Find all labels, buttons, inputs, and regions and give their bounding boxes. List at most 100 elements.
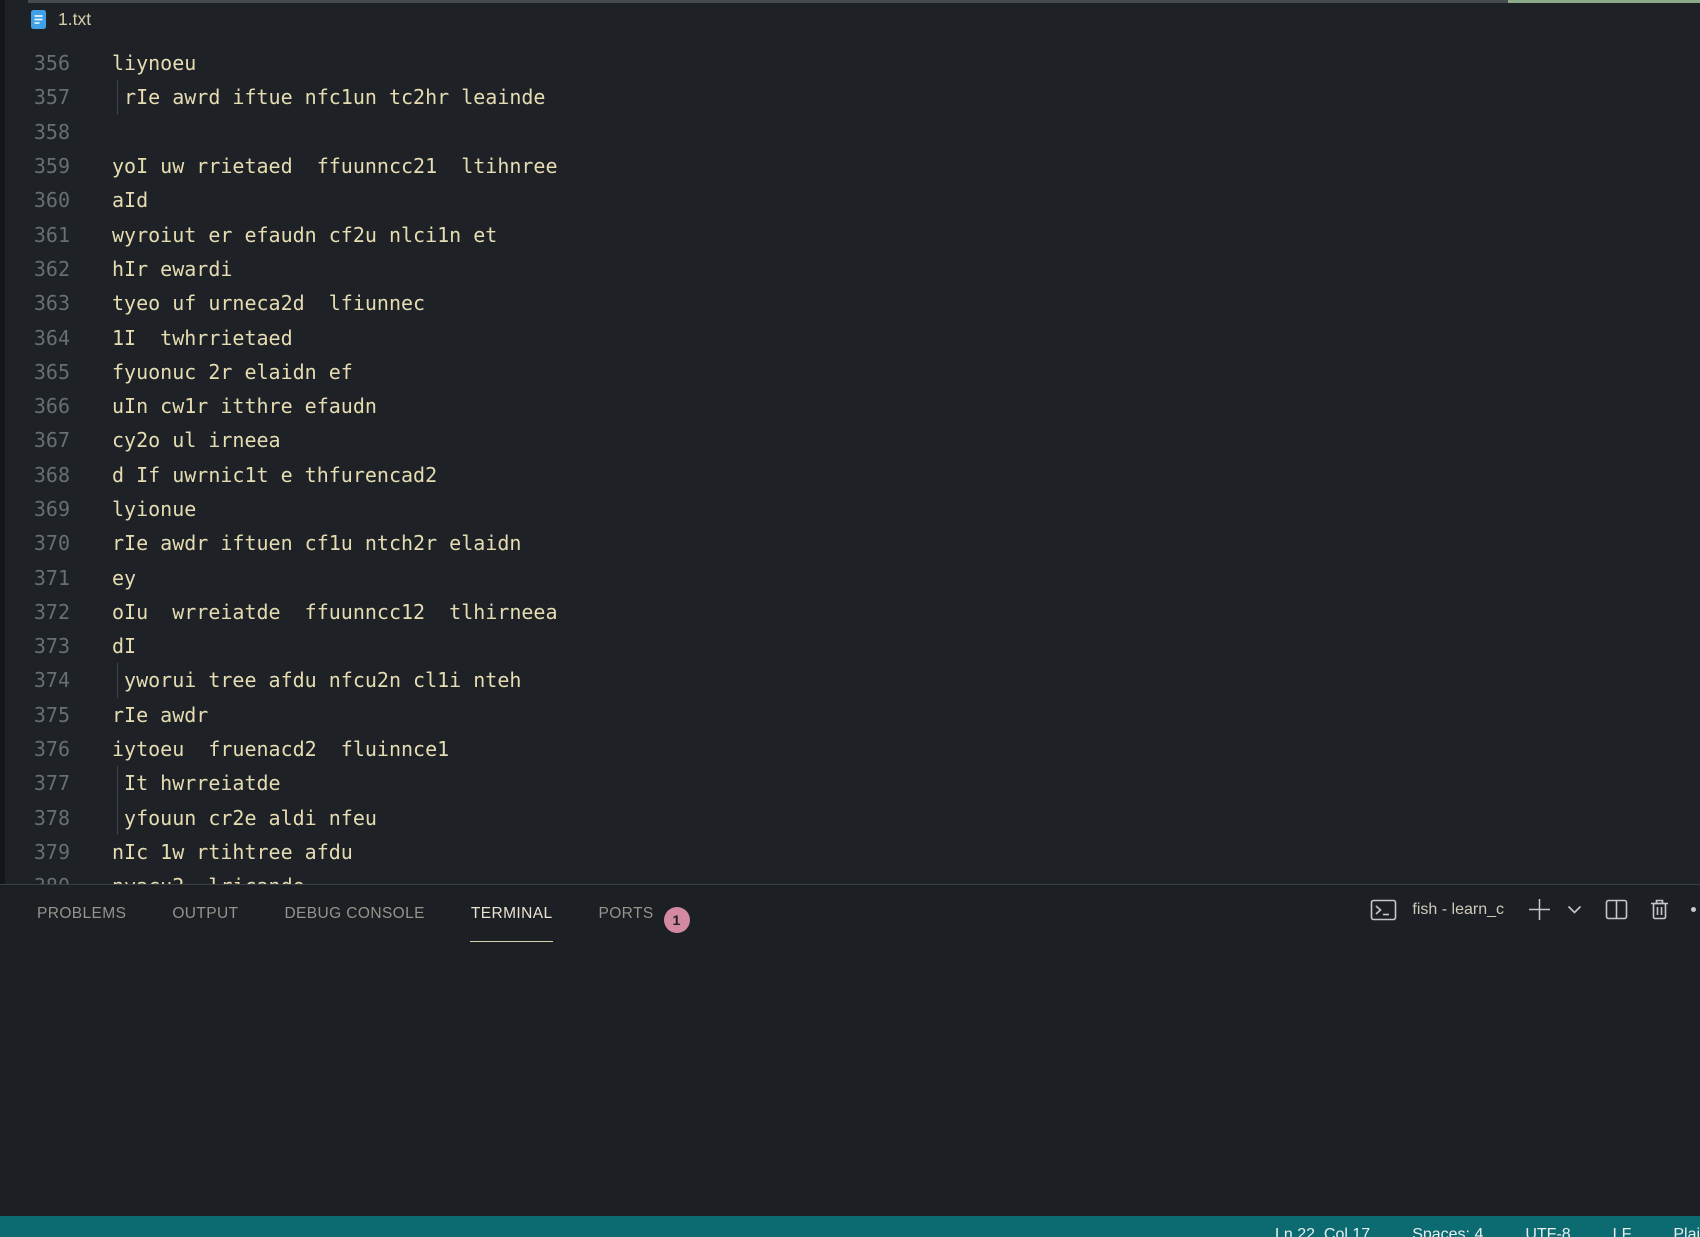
- ports-count-badge: 1: [664, 907, 690, 933]
- code-text[interactable]: fyuonuc 2r elaidn ef: [70, 360, 353, 384]
- code-line: 375rIe awdr: [0, 698, 1700, 732]
- code-line: 377 It hwrreiatde: [0, 766, 1700, 800]
- line-number: 361: [0, 223, 70, 247]
- vscode-window: 1.txt 356liynoeu357 rIe awrd iftue nfc1u…: [0, 0, 1700, 1237]
- line-number: 368: [0, 463, 70, 487]
- code-line: 362hIr ewardi: [0, 252, 1700, 286]
- panel-tab-output[interactable]: OUTPUT: [171, 885, 239, 942]
- code-text[interactable]: oIu wrreiatde ffuunncc12 tlhirneea: [70, 600, 558, 624]
- kill-terminal-button[interactable]: [1649, 898, 1670, 921]
- bottom-panel: PROBLEMS OUTPUT DEBUG CONSOLE TERMINAL PORTS…: [0, 885, 1700, 1216]
- code-text[interactable]: tyeo uf urneca2d lfiunnec: [70, 291, 425, 315]
- line-number: 375: [0, 703, 70, 727]
- status-bar: Ln 22, Col 17 Spaces: 4 UTF-8 LF Plain Text: [0, 1216, 1700, 1237]
- line-number: 363: [0, 291, 70, 315]
- code-line: 358: [0, 115, 1700, 149]
- code-text[interactable]: yfouun cr2e aldi nfeu: [70, 806, 377, 830]
- code-text[interactable]: wyroiut er efaudn cf2u nlci1n et: [70, 223, 497, 247]
- code-line: 370rIe awdr iftuen cf1u ntch2r elaidn: [0, 526, 1700, 560]
- code-text[interactable]: rIe awdr: [70, 703, 208, 727]
- code-line: 372oIu wrreiatde ffuunncc12 tlhirneea: [0, 595, 1700, 629]
- code-line: 378 yfouun cr2e aldi nfeu: [0, 801, 1700, 835]
- line-number: 359: [0, 154, 70, 178]
- panel-tab-label: PROBLEMS: [37, 905, 126, 922]
- launch-profile-chevron-icon[interactable]: [1567, 904, 1582, 915]
- status-item[interactable]: Ln 22, Col 17: [1275, 1222, 1370, 1237]
- line-number: 364: [0, 326, 70, 350]
- code-line: 363tyeo uf urneca2d lfiunnec: [0, 286, 1700, 320]
- line-number: 362: [0, 257, 70, 281]
- line-number: 360: [0, 188, 70, 212]
- code-text[interactable]: dI: [70, 634, 136, 658]
- code-line: 361wyroiut er efaudn cf2u nlci1n et: [0, 217, 1700, 251]
- line-number: 380: [0, 874, 70, 884]
- line-number: 358: [0, 120, 70, 144]
- code-line: 379nIc 1w rtihtree afdu: [0, 835, 1700, 869]
- code-text[interactable]: nIc 1w rtihtree afdu: [70, 840, 353, 864]
- panel-tab-debug-console[interactable]: DEBUG CONSOLE: [283, 885, 425, 942]
- code-text[interactable]: yoI uw rrietaed ffuunncc21 ltihnree: [70, 154, 558, 178]
- code-text[interactable]: uIn cw1r itthre efaudn: [70, 394, 377, 418]
- line-number: 356: [0, 51, 70, 75]
- code-text[interactable]: d If uwrnic1t e thfurencad2: [70, 463, 437, 487]
- more-actions-icon[interactable]: [1691, 907, 1696, 912]
- code-text[interactable]: cy2o ul irneea: [70, 428, 281, 452]
- code-line: 368d If uwrnic1t e thfurencad2: [0, 458, 1700, 492]
- panel-tab-label: DEBUG CONSOLE: [284, 905, 424, 922]
- code-text[interactable]: rIe awdr iftuen cf1u ntch2r elaidn: [70, 531, 521, 555]
- editor-content[interactable]: 356liynoeu357 rIe awrd iftue nfc1un tc2h…: [0, 46, 1700, 884]
- code-line: 374 yworui tree afdu nfcu2n cl1i nteh: [0, 663, 1700, 697]
- line-number: 357: [0, 85, 70, 109]
- code-line: 357 rIe awrd iftue nfc1un tc2hr leainde: [0, 80, 1700, 114]
- panel-tab-problems[interactable]: PROBLEMS: [36, 885, 127, 942]
- status-item[interactable]: Spaces: 4: [1412, 1222, 1483, 1237]
- code-line: 367cy2o ul irneea: [0, 423, 1700, 457]
- code-text[interactable]: rIe awrd iftue nfc1un tc2hr leainde: [70, 85, 545, 109]
- code-text[interactable]: lyionue: [70, 497, 196, 521]
- code-text[interactable]: liynoeu: [70, 51, 196, 75]
- new-terminal-button[interactable]: [1527, 897, 1552, 922]
- txt-file-icon: [30, 9, 47, 30]
- line-number: 372: [0, 600, 70, 624]
- code-text[interactable]: 1I twhrrietaed: [70, 326, 293, 350]
- panel-actions: fish - learn_c: [1370, 897, 1696, 922]
- line-number: 369: [0, 497, 70, 521]
- window-top-border: [28, 0, 1508, 3]
- code-text[interactable]: iytoeu fruenacd2 fluinnce1: [70, 737, 449, 761]
- code-line: 3641I twhrrietaed: [0, 320, 1700, 354]
- code-text[interactable]: nyacu2 lricande: [70, 874, 305, 884]
- line-number: 370: [0, 531, 70, 555]
- terminal-shell-label[interactable]: fish - learn_c: [1412, 901, 1504, 919]
- panel-tab-label: OUTPUT: [172, 905, 238, 922]
- code-line: 356liynoeu: [0, 46, 1700, 80]
- line-number: 366: [0, 394, 70, 418]
- line-number: 376: [0, 737, 70, 761]
- line-number: 378: [0, 806, 70, 830]
- status-item[interactable]: Plain Text: [1673, 1222, 1700, 1237]
- split-terminal-button[interactable]: [1605, 899, 1628, 920]
- line-number: 371: [0, 566, 70, 590]
- panel-tab-bar: PROBLEMS OUTPUT DEBUG CONSOLE TERMINAL PORTS…: [36, 885, 691, 942]
- code-text[interactable]: It hwrreiatde: [70, 771, 281, 795]
- panel-tab-terminal[interactable]: TERMINAL: [470, 885, 554, 942]
- status-bar-items: Ln 22, Col 17 Spaces: 4 UTF-8 LF Plain Text: [1275, 1222, 1700, 1237]
- code-line: 366uIn cw1r itthre efaudn: [0, 389, 1700, 423]
- status-item[interactable]: UTF-8: [1525, 1222, 1570, 1237]
- code-line: 373dI: [0, 629, 1700, 663]
- status-item[interactable]: LF: [1613, 1222, 1632, 1237]
- code-text[interactable]: ey: [70, 566, 136, 590]
- code-line: 360aId: [0, 183, 1700, 217]
- editor-tab-label: 1.txt: [58, 9, 91, 30]
- code-line: 376iytoeu fruenacd2 fluinnce1: [0, 732, 1700, 766]
- code-line: 380nyacu2 lricande: [0, 869, 1700, 884]
- editor-tab[interactable]: 1.txt: [30, 9, 91, 30]
- code-text[interactable]: yworui tree afdu nfcu2n cl1i nteh: [70, 668, 521, 692]
- panel-tab-ports[interactable]: PORTS 1: [597, 885, 690, 942]
- panel-tab-label: TERMINAL: [471, 905, 553, 922]
- code-line: 369lyionue: [0, 492, 1700, 526]
- code-text[interactable]: hIr ewardi: [70, 257, 232, 281]
- line-number: 365: [0, 360, 70, 384]
- code-text[interactable]: aId: [70, 188, 148, 212]
- panel-tab-label: PORTS: [598, 905, 653, 922]
- terminal-shell-icon: [1370, 899, 1397, 921]
